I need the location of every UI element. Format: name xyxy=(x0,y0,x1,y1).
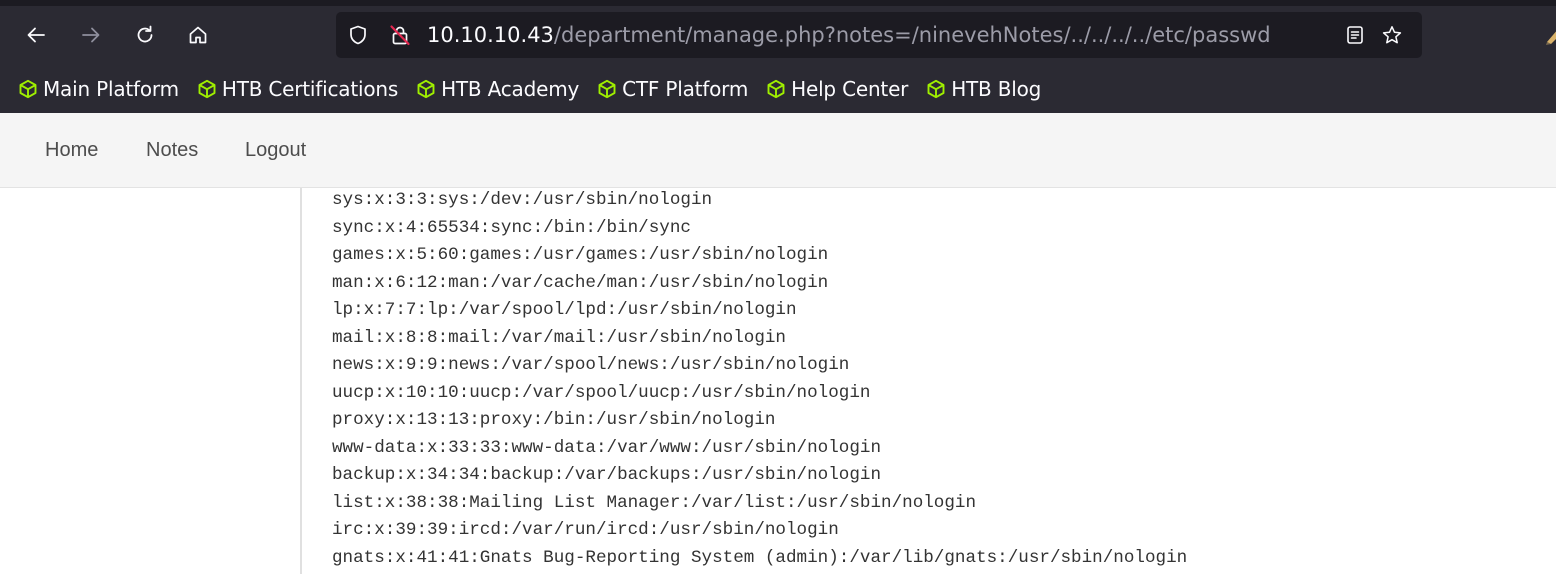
url-text[interactable]: 10.10.10.43/department/manage.php?notes=… xyxy=(427,21,1271,49)
bookmark-htb-blog[interactable]: HTB Blog xyxy=(926,77,1041,101)
passwd-line: mail:x:8:8:mail:/var/mail:/usr/sbin/nolo… xyxy=(332,327,786,348)
nav-link-home[interactable]: Home xyxy=(45,138,98,162)
back-button[interactable] xyxy=(21,20,51,50)
hackthebox-cube-icon xyxy=(926,79,946,99)
passwd-line: lp:x:7:7:lp:/var/spool/lpd:/usr/sbin/nol… xyxy=(332,300,797,320)
bookmark-label: Help Center xyxy=(791,77,909,101)
passwd-line: games:x:5:60:games:/usr/games:/usr/sbin/… xyxy=(332,245,829,265)
bookmark-ctf-platform[interactable]: CTF Platform xyxy=(597,77,748,101)
hackthebox-cube-icon xyxy=(597,79,617,99)
tab-strip-edge xyxy=(0,0,1556,6)
bookmark-label: CTF Platform xyxy=(622,77,749,101)
extension-icon[interactable] xyxy=(1544,24,1556,46)
hackthebox-cube-icon xyxy=(197,79,217,99)
passwd-file-content: sys:x:3:3:sys:/dev:/usr/sbin/nologin syn… xyxy=(332,187,1187,572)
passwd-line: backup:x:34:34:backup:/var/backups:/usr/… xyxy=(332,465,882,485)
hackthebox-cube-icon xyxy=(416,79,436,99)
url-path: /department/manage.php?notes=/ninevehNot… xyxy=(553,23,1271,47)
passwd-line: list:x:38:38:Mailing List Manager:/var/l… xyxy=(332,492,977,513)
bookmark-label: Main Platform xyxy=(43,77,179,101)
bookmarks-toolbar: Main Platform HTB Certifications HTB Aca… xyxy=(0,72,1556,106)
hackthebox-cube-icon xyxy=(18,79,38,99)
passwd-line: sync:x:4:65534:sync:/bin:/bin/sync xyxy=(332,217,691,238)
passwd-line: sys:x:3:3:sys:/dev:/usr/sbin/nologin xyxy=(332,190,713,210)
passwd-line: uucp:x:10:10:uucp:/var/spool/uucp:/usr/s… xyxy=(332,382,871,403)
hackthebox-cube-icon xyxy=(766,79,786,99)
insecure-lock-icon[interactable] xyxy=(389,24,411,46)
passwd-line: www-data:x:33:33:www-data:/var/www:/usr/… xyxy=(332,437,882,458)
passwd-line: man:x:6:12:man:/var/cache/man:/usr/sbin/… xyxy=(332,272,829,293)
nav-link-logout[interactable]: Logout xyxy=(245,138,306,162)
bookmark-label: HTB Academy xyxy=(441,77,580,101)
reload-button[interactable] xyxy=(130,20,160,50)
bookmark-label: HTB Certifications xyxy=(221,77,399,101)
bookmark-htb-certifications[interactable]: HTB Certifications xyxy=(197,77,398,101)
passwd-line: gnats:x:41:41:Gnats Bug-Reporting System… xyxy=(332,547,1188,568)
bookmark-label: HTB Blog xyxy=(951,77,1042,101)
bookmark-help-center[interactable]: Help Center xyxy=(766,77,908,101)
passwd-line: irc:x:39:39:ircd:/var/run/ircd:/usr/sbin… xyxy=(332,520,839,540)
browser-toolbar: 10.10.10.43/department/manage.php?notes=… xyxy=(0,0,1556,113)
bookmark-main-platform[interactable]: Main Platform xyxy=(18,77,179,101)
site-navbar: Home Notes Logout xyxy=(0,113,1556,188)
reader-view-icon[interactable] xyxy=(1344,24,1366,46)
home-button[interactable] xyxy=(183,20,213,50)
passwd-line: news:x:9:9:news:/var/spool/news:/usr/sbi… xyxy=(332,355,850,375)
arrow-right-icon xyxy=(82,27,100,43)
bookmark-htb-academy[interactable]: HTB Academy xyxy=(416,77,579,101)
arrow-left-icon xyxy=(27,27,45,43)
url-host: 10.10.10.43 xyxy=(427,23,554,47)
passwd-line: proxy:x:13:13:proxy:/bin:/usr/sbin/nolog… xyxy=(332,410,776,430)
reload-icon xyxy=(137,25,153,43)
url-bar[interactable]: 10.10.10.43/department/manage.php?notes=… xyxy=(336,12,1422,58)
nav-link-notes[interactable]: Notes xyxy=(146,138,198,162)
tracking-shield-icon[interactable] xyxy=(347,24,369,46)
home-icon xyxy=(189,26,207,44)
forward-button[interactable] xyxy=(76,20,106,50)
content-divider xyxy=(300,188,302,574)
star-icon[interactable] xyxy=(1381,24,1403,46)
